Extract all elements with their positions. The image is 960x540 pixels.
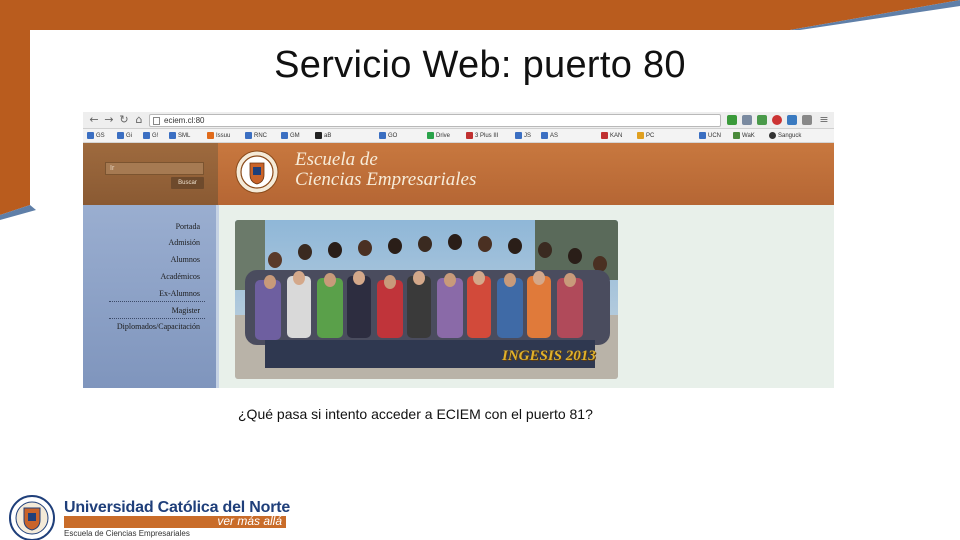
extension-icon[interactable] (787, 115, 797, 125)
bookmark[interactable]: G! (143, 131, 158, 141)
menu-item-ex-alumnos[interactable]: Ex-Alumnos (159, 289, 200, 298)
school-seal-logo (235, 150, 279, 194)
bookmark[interactable]: GS (87, 131, 105, 141)
search-button[interactable]: Buscar (171, 177, 204, 189)
photo-caption: INGESIS 2013 (502, 348, 596, 364)
extension-icon[interactable] (802, 115, 812, 125)
address-text: eciem.cl:80 (164, 116, 205, 125)
bookmark[interactable]: 3 Plus III (466, 131, 498, 141)
search-placeholder: Ir (110, 165, 115, 172)
menu-item-alumnos[interactable]: Alumnos (171, 255, 200, 264)
school-name-line1: Escuela de (295, 149, 378, 170)
bookmark[interactable]: PC (637, 131, 654, 141)
home-icon[interactable]: ⌂ (133, 114, 145, 126)
site-sidebar: Portada Admisión Alumnos Académicos Ex-A… (83, 205, 218, 388)
address-bar[interactable]: eciem.cl:80 (149, 114, 721, 127)
bookmark[interactable]: WaK (733, 131, 755, 141)
bookmark[interactable]: UCN (699, 131, 721, 141)
site-search-input[interactable]: Ir (105, 162, 204, 175)
menu-item-academicos[interactable]: Académicos (160, 272, 200, 281)
extension-icon[interactable] (757, 115, 767, 125)
bookmark[interactable]: Gi (117, 131, 132, 141)
sidebar-divider (216, 205, 219, 388)
bookmark[interactable]: KAN (601, 131, 622, 141)
slide-question: ¿Qué pasa si intento acceder a ECIEM con… (238, 406, 593, 422)
bookmark[interactable]: AS (541, 131, 558, 141)
school-subtitle: Escuela de Ciencias Empresariales (64, 529, 190, 538)
bookmark[interactable]: Sanguck (769, 131, 801, 141)
menu-item-portada[interactable]: Portada (176, 222, 200, 231)
menu-item-admision[interactable]: Admisión (168, 238, 200, 247)
back-icon[interactable]: ← (88, 114, 100, 126)
extension-icon[interactable] (772, 115, 782, 125)
extension-icon[interactable] (727, 115, 737, 125)
school-name-line2: Ciencias Empresariales (295, 169, 477, 190)
bookmarks-bar: GS Gi G! SML Issuu RNC GM aB GO Drive 3 … (83, 129, 834, 143)
menu-item-magister[interactable]: Magister (172, 306, 200, 315)
menu-icon[interactable]: ≡ (818, 114, 830, 126)
school-name: Escuela de Ciencias Empresariales (295, 150, 476, 190)
bookmark[interactable]: GO (379, 131, 397, 141)
menu-separator (109, 301, 205, 302)
motto-bar: ver más allá (64, 514, 286, 528)
slide-title: Servicio Web: puerto 80 (274, 44, 686, 86)
bookmark[interactable]: Issuu (207, 131, 230, 141)
bookmark[interactable]: SML (169, 131, 190, 141)
reload-icon[interactable]: ↻ (118, 114, 130, 126)
bookmark[interactable]: RNC (245, 131, 267, 141)
menu-item-diplomados[interactable]: Diplomados/Capacitación (117, 322, 200, 331)
bookmark[interactable]: GM (281, 131, 300, 141)
browser-toolbar: ← → ↻ ⌂ eciem.cl:80 ≡ (83, 112, 834, 129)
menu-separator (109, 318, 205, 319)
extension-icon[interactable] (742, 115, 752, 125)
bookmark[interactable]: JS (515, 131, 531, 141)
forward-icon[interactable]: → (103, 114, 115, 126)
slide-header-band (0, 0, 960, 30)
page-icon (153, 117, 160, 125)
university-motto: ver más allá (217, 514, 282, 528)
bookmark[interactable]: Drive (427, 131, 450, 141)
bookmark[interactable]: aB (315, 131, 331, 141)
browser-screenshot: ← → ↻ ⌂ eciem.cl:80 ≡ GS Gi G! SML Issuu… (83, 112, 834, 388)
ucn-seal-logo (9, 495, 55, 540)
